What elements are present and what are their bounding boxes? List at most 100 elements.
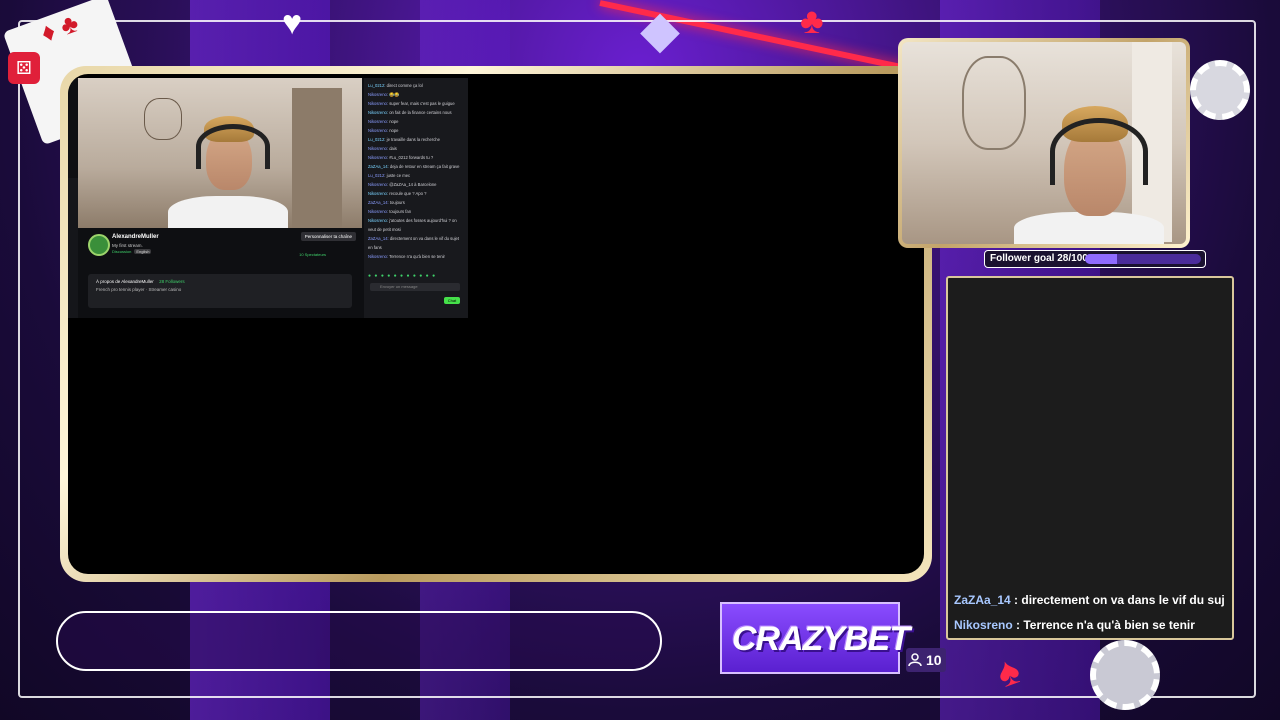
chat-user: Nikosreno xyxy=(954,618,1013,632)
stream-title: My first stream. xyxy=(112,243,143,248)
about-panel: À propos de AlexandreMuller 28 Followers… xyxy=(88,274,352,308)
chat-send-button[interactable]: Chat xyxy=(444,297,460,304)
screen-share: Lu_0212: direct comme ça lol Nikosreno: 😂… xyxy=(68,74,924,574)
embedded-chat-message: Nikosreno: 😂😂 xyxy=(368,90,464,99)
followers-count: 28 Followers xyxy=(159,279,185,284)
viewers-count: 10 Spectateurs xyxy=(299,252,326,257)
info-bar xyxy=(56,611,662,671)
chat-overlay: ZaZAa_14 : directement on va dans le vif… xyxy=(946,276,1234,640)
embedded-chat-message: Nikosreno: dais xyxy=(368,144,464,153)
follower-goal: Follower goal 28/100 xyxy=(984,250,1206,268)
embedded-chat-user[interactable]: Nikosreno: xyxy=(368,92,389,97)
embedded-chat-user[interactable]: Lu_0212: xyxy=(368,173,387,178)
embedded-chat-message: Lu_0212: je travaille dans la recherche xyxy=(368,135,464,144)
headset-icon xyxy=(1050,118,1148,185)
embedded-webcam xyxy=(78,78,362,228)
embedded-chat-message: Nikosreno: on fait de la finance certain… xyxy=(368,108,464,117)
embedded-chat-user[interactable]: Nikosreno: xyxy=(368,218,389,223)
embedded-chat-user[interactable]: Nikosreno: xyxy=(368,155,389,160)
embedded-chat-user[interactable]: Nikosreno: xyxy=(368,101,389,106)
chip-icon-bottom xyxy=(1090,640,1160,710)
chat-text: Terrence n'a qu'à bien se tenir xyxy=(1023,618,1195,632)
embedded-chat-text: recoule que ? Apo ? xyxy=(389,191,427,196)
embedded-chat-message: Nikosreno: @ZaZAa_14 à Barcelone xyxy=(368,180,464,189)
category-tags: Discussion English xyxy=(112,249,152,254)
embedded-chat-text: #Lu_0212 forwards tu ? xyxy=(389,155,434,160)
chat-overlay-line: Nikosreno : Terrence n'a qu'à bien se te… xyxy=(954,618,1195,632)
embedded-chat-message: Lu_0212: juste ce mec xyxy=(368,171,464,180)
follower-goal-fill xyxy=(1085,254,1118,264)
person-shirt xyxy=(168,196,288,228)
embedded-chat-user[interactable]: Lu_0212: xyxy=(368,137,387,142)
about-title: À propos de AlexandreMuller xyxy=(96,279,154,284)
person-icon xyxy=(908,653,922,667)
webcam-view xyxy=(902,42,1186,244)
embedded-chat-user[interactable]: Nikosreno: xyxy=(368,128,389,133)
embedded-chat-text: juste ce mec xyxy=(386,173,411,178)
headset-icon xyxy=(196,124,270,169)
embedded-chat-message: Lu_0212: direct comme ça lol xyxy=(368,81,464,90)
embedded-chat-message: Nikosreno: toujours fan xyxy=(368,207,464,216)
embedded-chat-text: on fait de la finance certains nous xyxy=(389,110,452,115)
chat-user: ZaZAa_14 xyxy=(954,593,1011,607)
embedded-chat-text: je travaille dans la recherche xyxy=(386,137,440,142)
twitch-page-capture: Lu_0212: direct comme ça lol Nikosreno: 😂… xyxy=(68,78,468,318)
webcam-frame xyxy=(898,38,1190,248)
embedded-chat-user[interactable]: Nikosreno: xyxy=(368,209,389,214)
customize-channel-button[interactable]: Personnaliser ta chaîne xyxy=(300,232,356,241)
embedded-chat-message: Nikosreno: nope xyxy=(368,126,464,135)
embedded-chat-user[interactable]: ZaZAa_14: xyxy=(368,236,390,241)
about-description: French pro tennis player · Streamer casi… xyxy=(96,287,182,292)
embedded-chat-text: nope xyxy=(389,128,399,133)
channel-name[interactable]: AlexandreMuller xyxy=(112,234,159,240)
person-shirt xyxy=(1014,212,1164,244)
embedded-chat-text: 😂😂 xyxy=(389,92,400,97)
embedded-chat-message: Nikosreno: nope xyxy=(368,117,464,126)
embedded-chat-text: dais xyxy=(389,146,397,151)
follower-goal-bar xyxy=(1085,254,1201,264)
emote-bar[interactable]: ● ● ● ● ● ● ● ● ● ● ● xyxy=(368,273,436,279)
channel-info: AlexandreMuller My first stream. Discuss… xyxy=(78,230,362,270)
chat-overlay-line: ZaZAa_14 : directement on va dans le vif… xyxy=(954,593,1225,607)
embedded-chat-message: Nikosreno: j'atoutes des fosses aujourd'… xyxy=(368,216,464,234)
embedded-chat-text: direct comme ça lol xyxy=(386,83,423,88)
embedded-chat-text: toujours fan xyxy=(389,209,412,214)
embedded-chat-user[interactable]: Nikosreno: xyxy=(368,110,389,115)
viewer-count-value: 10 xyxy=(926,652,942,668)
ceiling-lamp xyxy=(962,56,1026,150)
shelf xyxy=(292,88,342,228)
channel-avatar[interactable] xyxy=(88,234,110,256)
follower-goal-label: Follower goal 28/100 xyxy=(990,253,1088,264)
embedded-chat-user[interactable]: ZaZAa_14: xyxy=(368,164,390,169)
embedded-chat-user[interactable]: Nikosreno: xyxy=(368,191,389,196)
side-nav xyxy=(68,178,78,318)
embedded-chat-user[interactable]: Lu_0212: xyxy=(368,83,387,88)
embedded-chat-text: toujours xyxy=(389,200,405,205)
embedded-chat-user[interactable]: Nikosreno: xyxy=(368,119,389,124)
language-tag[interactable]: English xyxy=(134,249,152,254)
embedded-chat-message: ZaZAa_14: directement on va dans le vif … xyxy=(368,234,464,252)
embedded-chat-user[interactable]: ZaZAa_14: xyxy=(368,200,390,205)
club-icon: ♣ xyxy=(800,0,824,41)
diamond-gem-icon: ◆ xyxy=(640,1,680,59)
embedded-chat-message: Nikosreno: super fear, mais c'est pas le… xyxy=(368,99,464,108)
embedded-chat-message: ZaZAa_14: toujours xyxy=(368,198,464,207)
category-tag[interactable]: Discussion xyxy=(112,249,131,254)
embedded-chat-text: Terrence n'a qu'à bien se tenir xyxy=(389,254,445,259)
ceiling-lamp xyxy=(144,98,182,140)
embedded-chat-message: Nikosreno: Terrence n'a qu'à bien se ten… xyxy=(368,252,464,261)
embedded-chat-user[interactable]: Nikosreno: xyxy=(368,254,389,259)
embedded-chat-user[interactable]: Nikosreno: xyxy=(368,182,389,187)
embedded-chat-message: Nikosreno: #Lu_0212 forwards tu ? xyxy=(368,153,464,162)
embedded-chat-user[interactable]: Nikosreno: xyxy=(368,146,389,151)
embedded-chat-message: Nikosreno: recoule que ? Apo ? xyxy=(368,189,464,198)
viewer-count: 10 xyxy=(906,648,946,672)
embedded-chat-text: nope xyxy=(389,119,399,124)
embedded-chat-message: ZaZAa_14: deja de retour en stream ça fa… xyxy=(368,162,464,171)
chat-text: directement on va dans le vif du suj xyxy=(1021,593,1225,607)
chat-message-input[interactable]: Envoyer un message xyxy=(370,283,460,291)
crazybet-logo-text: CRAZYBET xyxy=(732,620,910,658)
screen-share-frame: Lu_0212: direct comme ça lol Nikosreno: 😂… xyxy=(60,66,932,582)
heart-icon: ♥ xyxy=(282,4,303,42)
embedded-chat-text: deja de retour en stream ça fait grave xyxy=(389,164,460,169)
